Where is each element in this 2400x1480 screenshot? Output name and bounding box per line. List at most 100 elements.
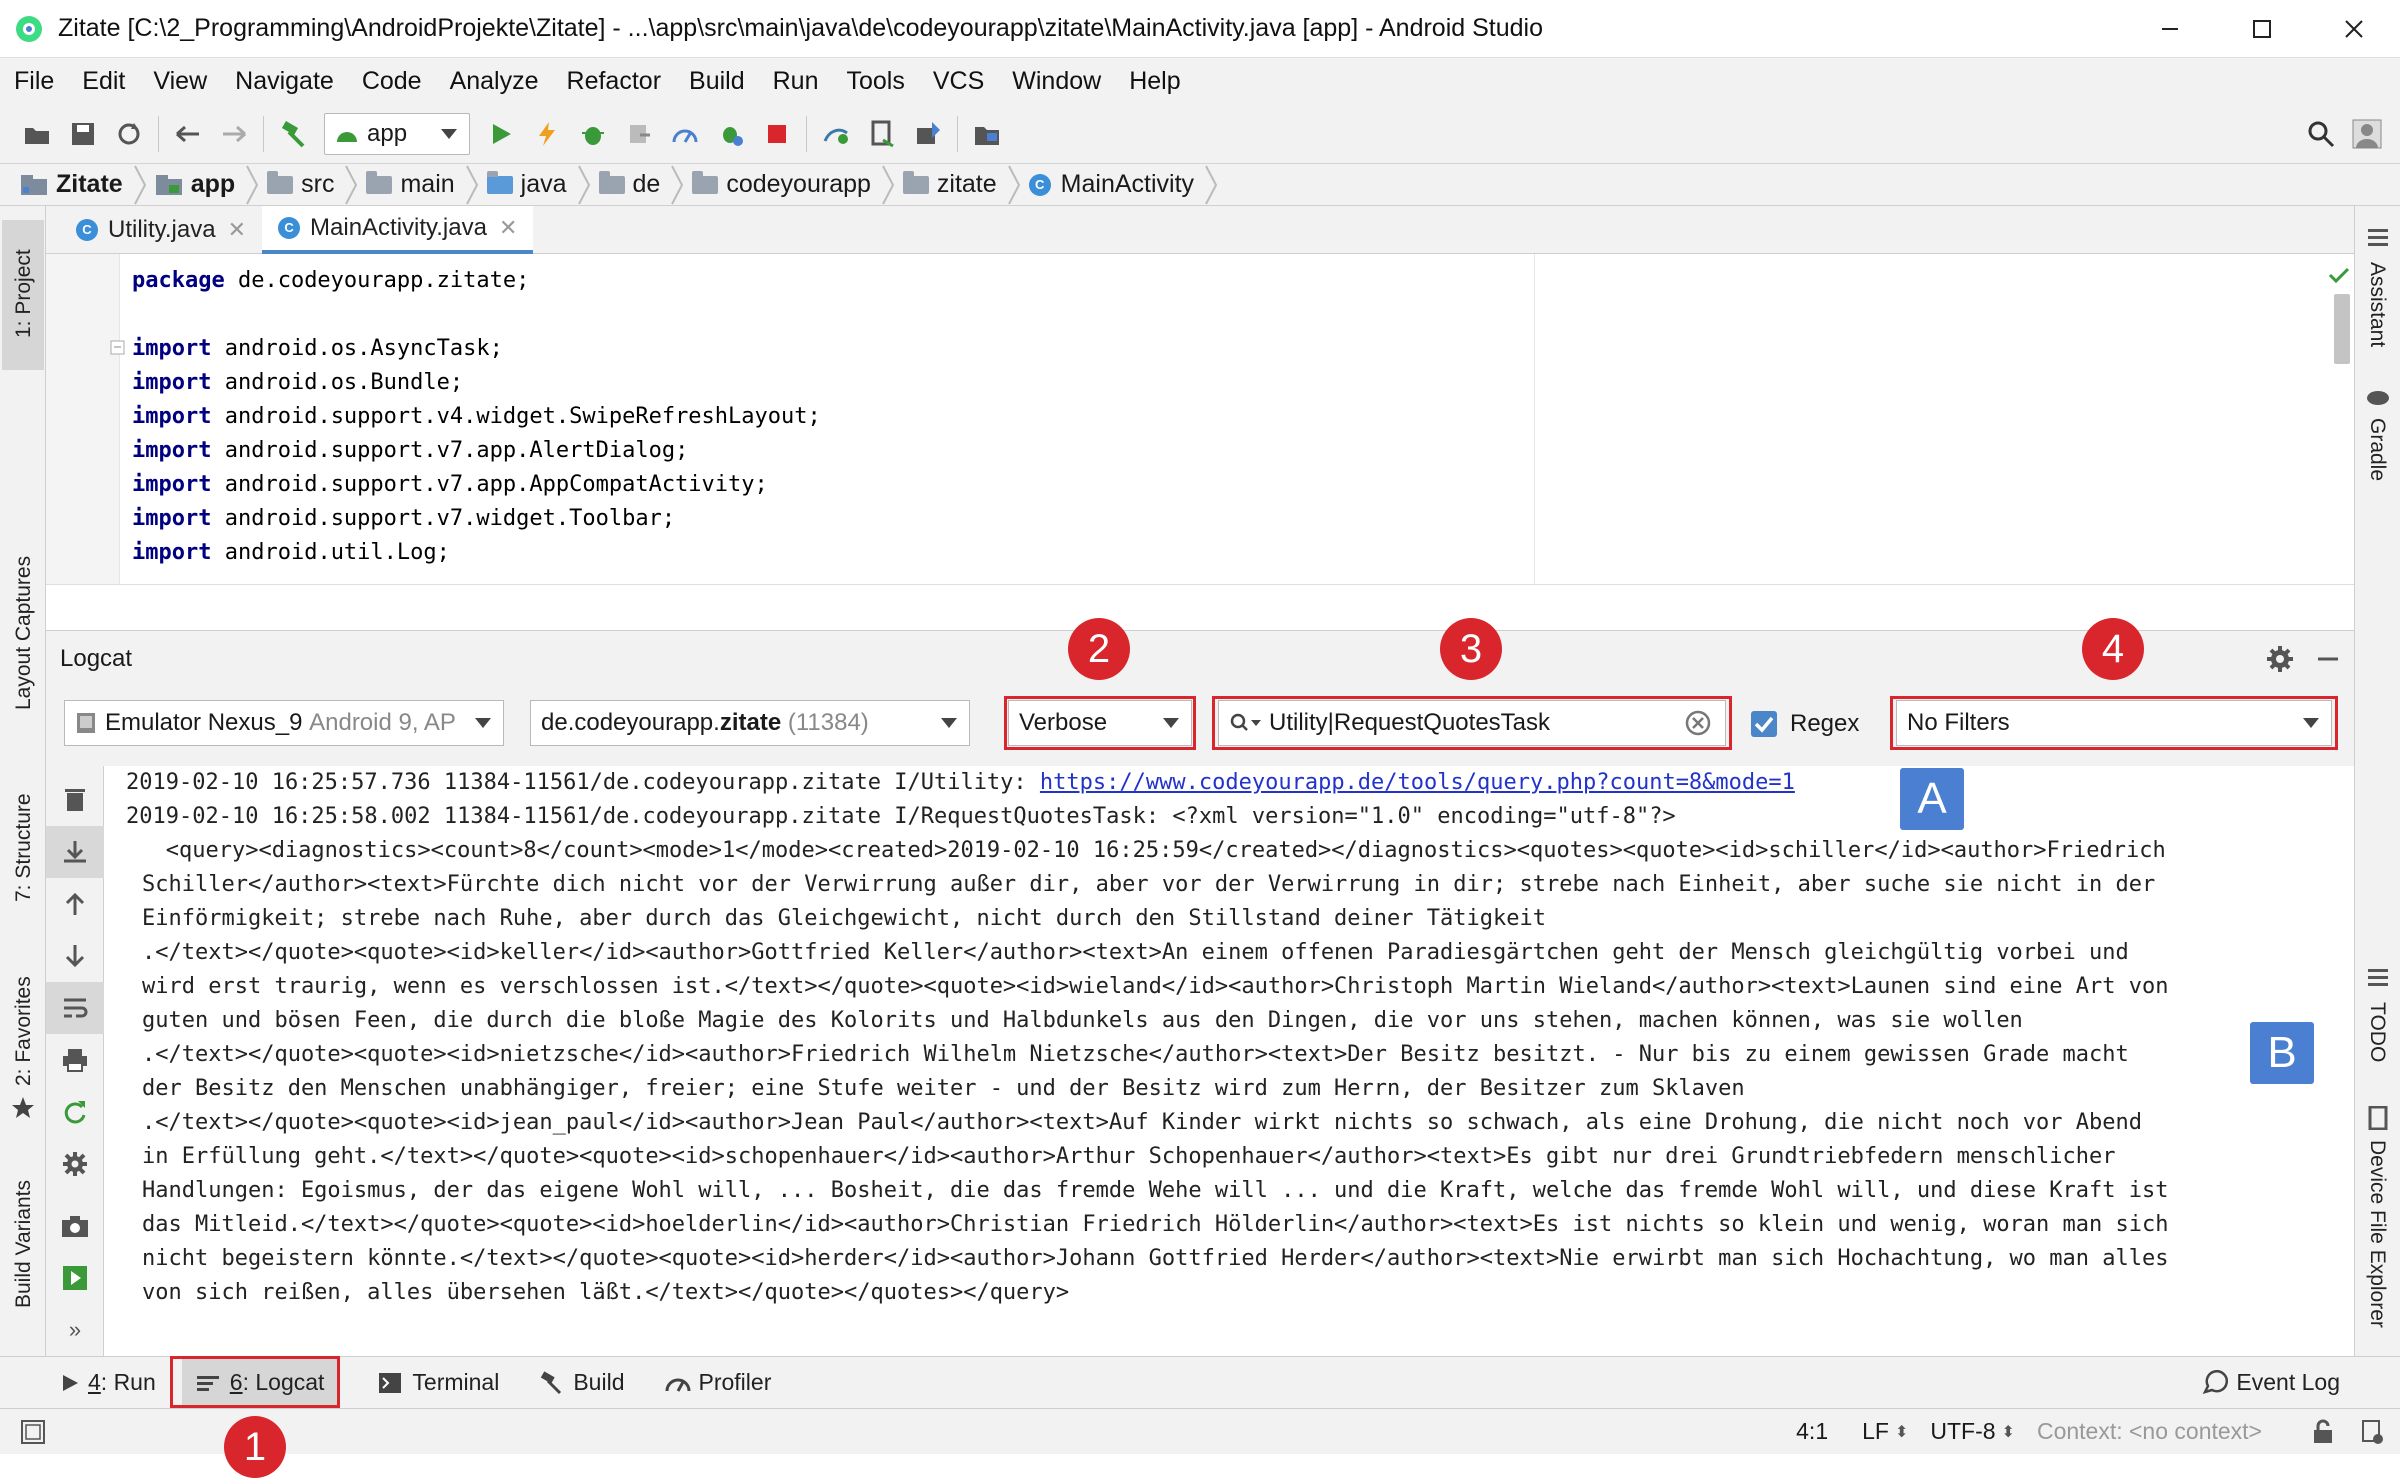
structure-label[interactable]: 7: Structure <box>12 793 36 902</box>
crumb-src[interactable]: src <box>267 164 360 206</box>
log-line: in Erfüllung geht.</text></quote><quote>… <box>142 1144 2116 1169</box>
todo-label[interactable]: TODO <box>2365 1002 2389 1062</box>
editor-panel-divider[interactable] <box>46 584 2354 630</box>
crumb-main[interactable]: main <box>366 164 480 206</box>
menu-help[interactable]: Help <box>1129 67 1180 96</box>
sdk-manager-button[interactable] <box>905 111 951 157</box>
close-tab-icon[interactable]: ✕ <box>228 217 246 243</box>
project-tool-label: 1: Project <box>12 249 35 338</box>
logcat-settings-button[interactable] <box>46 1138 104 1190</box>
stop-button[interactable] <box>754 111 800 157</box>
device-select[interactable]: Emulator Nexus_9 Android 9, AP <box>64 700 504 746</box>
menu-edit[interactable]: Edit <box>82 67 125 96</box>
scroll-thumb[interactable] <box>2334 294 2350 364</box>
log-link[interactable]: https://www.codeyourapp.de/tools/query.p… <box>1040 770 1795 795</box>
event-log-icon <box>2203 1369 2229 1394</box>
open-button[interactable] <box>14 111 60 157</box>
crumb-java[interactable]: java <box>486 164 593 206</box>
file-encoding[interactable]: UTF-8 <box>1930 1418 1995 1445</box>
run-config-select[interactable]: app <box>324 112 470 155</box>
device-file-explorer-label[interactable]: Device File Explorer <box>2365 1140 2389 1328</box>
scroll-to-end-button[interactable] <box>46 826 104 878</box>
sync-gradle-button[interactable] <box>813 111 859 157</box>
log-line: .</text></quote><quote><id>keller</id><a… <box>142 940 2129 965</box>
highlight-box-3 <box>1212 696 1732 750</box>
menu-run[interactable]: Run <box>773 67 819 96</box>
caret-position[interactable]: 4:1 <box>1796 1418 1828 1445</box>
debug-app-button[interactable] <box>708 111 754 157</box>
make-project-button[interactable] <box>270 111 316 157</box>
logcat-header: Logcat <box>46 630 2354 686</box>
regex-checkbox[interactable]: Regex <box>1750 706 1859 742</box>
profile-button[interactable] <box>662 111 708 157</box>
crumb-project[interactable]: Zitate <box>20 164 149 206</box>
crumb-mainactivity[interactable]: C MainActivity <box>1028 164 1220 206</box>
debug-bug-icon <box>723 126 743 146</box>
menu-build[interactable]: Build <box>689 67 745 96</box>
menu-navigate[interactable]: Navigate <box>235 67 334 96</box>
save-button[interactable] <box>60 111 106 157</box>
gradle-label[interactable]: Gradle <box>2365 418 2389 481</box>
menu-analyze[interactable]: Analyze <box>450 67 539 96</box>
event-log-label: Event Log <box>2236 1369 2340 1395</box>
apply-changes-button[interactable] <box>524 111 570 157</box>
print-button[interactable] <box>46 1034 104 1086</box>
clear-logcat-button[interactable] <box>46 774 104 826</box>
debug-button[interactable] <box>570 111 616 157</box>
avd-manager-button[interactable] <box>859 111 905 157</box>
search-everywhere-button[interactable] <box>2298 111 2344 157</box>
tab-utility-java[interactable]: C Utility.java ✕ <box>60 206 262 254</box>
screen-capture-button[interactable] <box>46 1200 104 1252</box>
menu-window[interactable]: Window <box>1012 67 1101 96</box>
user-button[interactable] <box>2344 111 2390 157</box>
run-button[interactable] <box>478 111 524 157</box>
menu-code[interactable]: Code <box>362 67 422 96</box>
fold-icon[interactable] <box>110 340 126 356</box>
crumb-app[interactable]: app <box>155 164 261 206</box>
more-button[interactable]: » <box>46 1304 104 1356</box>
minimize-panel-icon[interactable] <box>2316 647 2340 671</box>
line-separator[interactable]: LF <box>1862 1418 1889 1445</box>
down-button[interactable] <box>46 930 104 982</box>
tab-mainactivity-java[interactable]: C MainActivity.java ✕ <box>262 205 534 254</box>
event-log-button[interactable]: Event Log <box>2202 1357 2340 1409</box>
close-tab-icon[interactable]: ✕ <box>499 215 517 241</box>
restart-button[interactable] <box>46 1086 104 1138</box>
crumb-codeyourapp[interactable]: codeyourapp <box>692 164 897 206</box>
tool-windows-toggle-icon[interactable] <box>20 1419 46 1445</box>
close-window-button[interactable] <box>2308 0 2400 58</box>
soft-wrap-button[interactable] <box>46 982 104 1034</box>
lock-icon[interactable] <box>2312 1419 2334 1445</box>
build-tool-button[interactable]: Build <box>539 1357 625 1409</box>
maximize-button[interactable] <box>2216 0 2308 58</box>
arrow-up-icon <box>65 892 85 915</box>
sync-button[interactable] <box>106 111 152 157</box>
process-select[interactable]: de.codeyourapp. zitate (11384) <box>530 700 970 746</box>
layout-captures-label[interactable]: Layout Captures <box>12 556 36 710</box>
minimize-button[interactable] <box>2124 0 2216 58</box>
terminal-tool-button[interactable]: Terminal <box>378 1357 499 1409</box>
log-line: 2019-02-10 16:25:57.736 11384-11561/de.c… <box>126 770 1795 795</box>
attach-debugger-button[interactable] <box>616 111 662 157</box>
project-structure-button[interactable] <box>964 111 1010 157</box>
crumb-de[interactable]: de <box>598 164 687 206</box>
menu-file[interactable]: File <box>14 67 54 96</box>
crumb-zitate[interactable]: zitate <box>902 164 1023 206</box>
memory-indicator-icon[interactable] <box>2360 1419 2384 1445</box>
menu-view[interactable]: View <box>153 67 207 96</box>
gear-icon[interactable] <box>2266 645 2294 673</box>
menu-tools[interactable]: Tools <box>846 67 904 96</box>
build-variants-label[interactable]: Build Variants <box>12 1180 36 1308</box>
favorites-label[interactable]: 2: Favorites <box>12 976 36 1086</box>
assistant-label[interactable]: Assistant <box>2365 262 2389 347</box>
menu-refactor[interactable]: Refactor <box>567 67 661 96</box>
menu-vcs[interactable]: VCS <box>933 67 984 96</box>
run-tool-button[interactable]: 4: Run <box>60 1357 156 1409</box>
forward-button[interactable] <box>211 111 257 157</box>
back-button[interactable] <box>165 111 211 157</box>
editor-scrollbar[interactable] <box>2330 254 2354 584</box>
screen-record-button[interactable] <box>46 1252 104 1304</box>
profiler-tool-button[interactable]: Profiler <box>665 1357 771 1409</box>
up-button[interactable] <box>46 878 104 930</box>
build-tool-label: Build <box>573 1369 625 1395</box>
